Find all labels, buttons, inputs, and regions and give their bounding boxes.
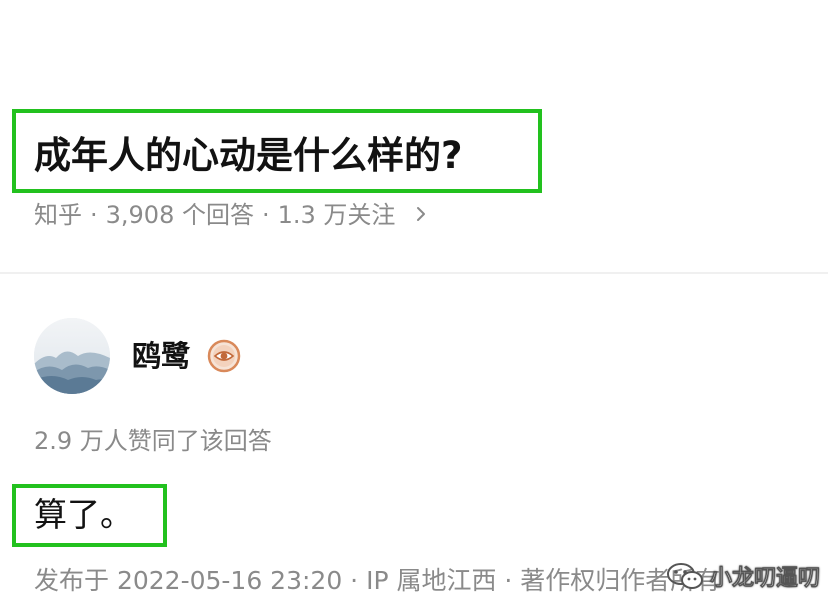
watermark: 小龙叨逼叨 (666, 556, 820, 596)
section-divider (0, 272, 828, 274)
meta-separator: · (90, 201, 98, 229)
eye-badge-icon[interactable] (207, 339, 241, 373)
question-source: 知乎 (34, 201, 82, 229)
chevron-right-icon[interactable] (415, 199, 427, 231)
answer-content[interactable]: 算了。 (34, 492, 133, 538)
answers-count: 3,908 个回答 (105, 201, 254, 229)
author-name[interactable]: 鸥鹭 (132, 336, 190, 376)
meta-separator: · (261, 201, 270, 229)
publish-info: 发布于 2022-05-16 23:20 · IP 属地江西 · 著作权归作者所… (34, 566, 721, 595)
wechat-icon (666, 561, 704, 591)
followers-count: 1.3 万关注 (277, 201, 396, 229)
question-title[interactable]: 成年人的心动是什么样的? (34, 128, 462, 184)
watermark-text: 小龙叨逼叨 (710, 566, 821, 592)
avatar[interactable] (34, 318, 110, 394)
vote-count: 2.9 万人赞同了该回答 (34, 427, 272, 455)
question-meta[interactable]: 知乎 · 3,908 个回答 · 1.3 万关注 (34, 199, 427, 231)
